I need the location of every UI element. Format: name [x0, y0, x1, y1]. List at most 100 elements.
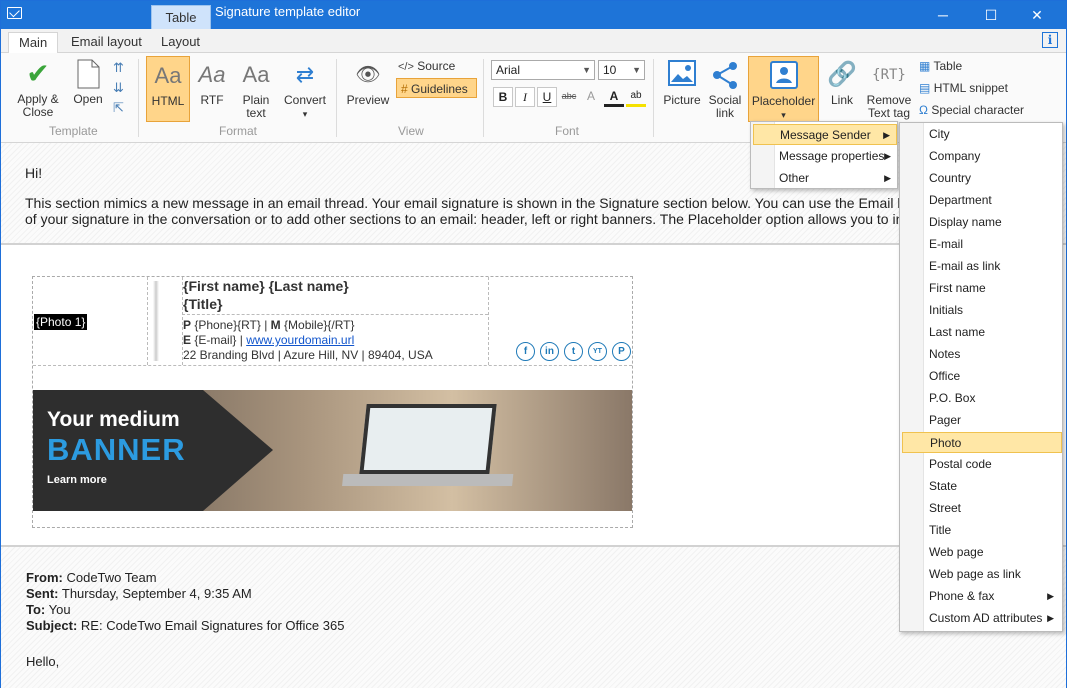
submenu-item-po-box[interactable]: P.O. Box	[902, 388, 1062, 409]
special-character-button[interactable]: Ω Special character	[919, 100, 1024, 120]
ribbon-separator	[336, 59, 337, 137]
strikethrough-button[interactable]: abc	[559, 87, 579, 107]
chevron-down-icon: ▼	[582, 65, 591, 75]
tab-layout[interactable]: Layout	[151, 32, 210, 54]
submenu-item-email[interactable]: E-mail	[902, 234, 1062, 255]
submenu-item-company[interactable]: Company	[902, 146, 1062, 167]
group-label-template: Template	[49, 124, 98, 138]
menu-item-other[interactable]: Other ▶	[753, 168, 897, 189]
eye-icon: 👁	[355, 64, 381, 86]
submenu-item-first-name[interactable]: First name	[902, 278, 1062, 299]
insert-table-button[interactable]: ▦ Table	[919, 56, 962, 76]
italic-button[interactable]: I	[515, 87, 535, 107]
greeting-text: Hi!	[25, 165, 43, 181]
aa-rtf-icon: Aa	[198, 62, 226, 87]
menu-item-message-properties[interactable]: Message properties ▶	[753, 146, 897, 167]
submenu-arrow-icon: ▶	[884, 151, 891, 161]
apply-close-button[interactable]: ✔ Apply & Close	[13, 59, 63, 119]
tab-main[interactable]: Main	[8, 32, 59, 54]
submenu-arrow-icon: ▶	[884, 173, 891, 183]
tab-email-layout[interactable]: Email layout	[61, 32, 152, 54]
font-family-select[interactable]: Arial ▼	[491, 60, 595, 80]
font-size-select[interactable]: 10 ▼	[598, 60, 645, 80]
submenu-item-department[interactable]: Department	[902, 190, 1062, 211]
underline-button[interactable]: U	[537, 87, 557, 107]
submenu-item-phone-fax[interactable]: Phone & fax ▶	[902, 586, 1062, 607]
minimize-button[interactable]: ─	[920, 1, 966, 29]
placeholder-menu: Message Sender ▶ Message properties ▶ Ot…	[750, 121, 898, 189]
vertical-divider-graphic	[153, 281, 159, 361]
template-save-icon[interactable]: ⇱	[113, 98, 131, 118]
submenu-item-street[interactable]: Street	[902, 498, 1062, 519]
pinterest-icon[interactable]: P	[612, 342, 631, 361]
signature-name: {First name} {Last name} {Title}	[183, 278, 349, 312]
ribbon-separator	[138, 59, 139, 137]
submenu-item-office[interactable]: Office	[902, 366, 1062, 387]
open-button[interactable]: Open	[69, 59, 107, 106]
website-link[interactable]: www.yourdomain.url	[246, 333, 354, 347]
banner-learn-more[interactable]: Learn more	[47, 474, 107, 486]
source-button[interactable]: </> Source	[398, 56, 455, 76]
app-window: Table Signature template editor ─ ☐ ✕ Ma…	[0, 0, 1067, 688]
submenu-item-display-name[interactable]: Display name	[902, 212, 1062, 233]
template-import-icon[interactable]: ⇈	[113, 58, 131, 78]
signature-address: 22 Branding Blvd | Azure Hill, NV | 8940…	[183, 348, 433, 362]
remove-text-tag-button[interactable]: {RT} Remove Text tag	[864, 60, 914, 120]
submenu-item-title[interactable]: Title	[902, 520, 1062, 541]
template-export-icon[interactable]: ⇊	[113, 78, 131, 98]
reply-subject: Subject: RE: CodeTwo Email Signatures fo…	[26, 618, 345, 633]
submenu-item-initials[interactable]: Initials	[902, 300, 1062, 321]
submenu-item-web-page[interactable]: Web page	[902, 542, 1062, 563]
html-format-button[interactable]: Aa HTML	[146, 56, 190, 122]
submenu-item-last-name[interactable]: Last name	[902, 322, 1062, 343]
picture-button[interactable]: Picture	[661, 60, 703, 107]
submenu-item-photo[interactable]: Photo	[902, 432, 1062, 453]
plain-text-format-button[interactable]: Aa Plain text	[237, 60, 275, 120]
snippet-icon: ▤	[919, 81, 931, 95]
convert-button[interactable]: ⇄ Convert ▾	[281, 60, 329, 121]
group-label-format: Format	[219, 124, 258, 138]
clear-format-button[interactable]: A	[581, 87, 601, 107]
submenu-item-email-as-link[interactable]: E-mail as link	[902, 256, 1062, 277]
submenu-item-pager[interactable]: Pager	[902, 410, 1062, 431]
template-small-icons: ⇈ ⇊ ⇱	[113, 58, 131, 120]
photo-placeholder[interactable]: {Photo 1}	[34, 314, 88, 330]
maximize-button[interactable]: ☐	[968, 1, 1014, 29]
preview-button[interactable]: 👁 Preview	[344, 60, 392, 107]
font-color-button[interactable]: A	[604, 87, 624, 107]
rtf-format-button[interactable]: Aa RTF	[194, 60, 230, 107]
submenu-item-web-page-as-link[interactable]: Web page as link	[902, 564, 1062, 585]
close-button[interactable]: ✕	[1014, 1, 1060, 29]
picture-icon	[661, 60, 703, 90]
facebook-icon[interactable]: f	[516, 342, 535, 361]
menu-item-message-sender[interactable]: Message Sender ▶	[753, 124, 897, 145]
submenu-item-custom-ad-attributes[interactable]: Custom AD attributes ▶	[902, 608, 1062, 629]
info-icon[interactable]: i	[1042, 32, 1058, 48]
submenu-item-notes[interactable]: Notes	[902, 344, 1062, 365]
link-icon: 🔗	[827, 61, 857, 88]
placeholder-person-icon	[749, 61, 818, 91]
share-icon	[706, 60, 744, 90]
medium-banner[interactable]: Your medium BANNER Learn more	[33, 390, 632, 511]
context-tab-table[interactable]: Table	[151, 5, 211, 29]
twitter-icon[interactable]: t	[564, 342, 583, 361]
aa-html-icon: Aa	[154, 63, 182, 88]
window-title: Signature template editor	[215, 4, 361, 19]
submenu-item-state[interactable]: State	[902, 476, 1062, 497]
highlight-button[interactable]: ab	[626, 87, 646, 107]
guidelines-button[interactable]: # Guidelines	[396, 78, 477, 98]
submenu-item-city[interactable]: City	[902, 124, 1062, 145]
youtube-icon[interactable]: YT	[588, 342, 607, 361]
submenu-item-country[interactable]: Country	[902, 168, 1062, 189]
html-snippet-button[interactable]: ▤ HTML snippet	[919, 78, 1008, 98]
laptop-photo-graphic	[359, 404, 497, 474]
reply-sent: Sent: Thursday, September 4, 9:35 AM	[26, 586, 252, 601]
bold-button[interactable]: B	[493, 87, 513, 107]
link-button[interactable]: 🔗 Link	[824, 60, 860, 107]
submenu-item-postal-code[interactable]: Postal code	[902, 454, 1062, 475]
linkedin-icon[interactable]: in	[540, 342, 559, 361]
social-link-button[interactable]: Social link	[706, 60, 744, 120]
placeholder-button[interactable]: Placeholder ▾	[748, 56, 819, 122]
banner-line-1: Your medium	[47, 408, 180, 431]
intro-text: This section mimics a new message in an …	[25, 195, 900, 227]
